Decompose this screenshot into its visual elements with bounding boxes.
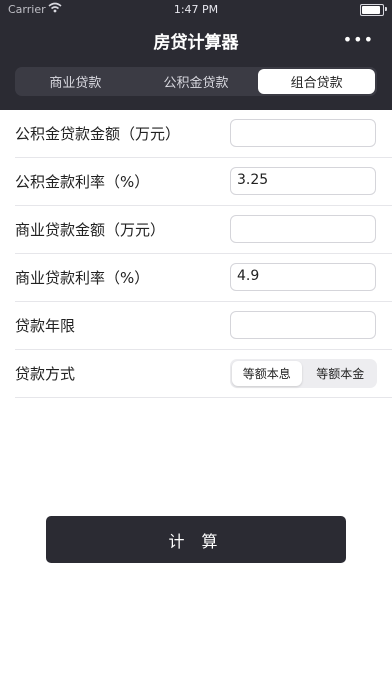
loan-type-tabs: 商业贷款 公积金贷款 组合贷款 (15, 67, 377, 96)
commercial-rate-row: 商业贷款利率（%） 4.9 (15, 254, 392, 302)
commercial-rate-input[interactable]: 4.9 (230, 263, 376, 291)
battery-cap (385, 7, 387, 11)
repayment-method-label: 贷款方式 (15, 365, 76, 383)
repayment-method-row: 贷款方式 等额本息 等额本金 (15, 350, 392, 398)
commercial-amount-input[interactable] (230, 215, 376, 243)
repayment-method-toggle: 等额本息 等额本金 (230, 359, 377, 388)
loan-years-input[interactable] (230, 311, 376, 339)
calculate-button[interactable]: 计 算 (46, 516, 346, 563)
fund-amount-label: 公积金贷款金额（万元） (15, 125, 181, 143)
status-bar: Carrier 1:47 PM (0, 0, 392, 20)
fund-rate-row: 公积金款利率（%） 3.25 (15, 158, 392, 206)
tab-provident-fund-loan[interactable]: 公积金贷款 (138, 69, 255, 94)
option-equal-installment[interactable]: 等额本息 (232, 361, 302, 386)
tab-combined-loan[interactable]: 组合贷款 (258, 69, 376, 94)
loan-years-row: 贷款年限 (15, 302, 392, 350)
page-title: 房贷计算器 (153, 33, 239, 53)
commercial-amount-label: 商业贷款金额（万元） (15, 221, 166, 239)
battery-icon (360, 4, 384, 16)
more-icon[interactable]: ••• (343, 30, 374, 49)
commercial-amount-row: 商业贷款金额（万元） (15, 206, 392, 254)
commercial-rate-label: 商业贷款利率（%） (15, 269, 150, 287)
fund-rate-label: 公积金款利率（%） (15, 173, 150, 191)
fund-amount-input[interactable] (230, 119, 376, 147)
option-equal-principal[interactable]: 等额本金 (306, 361, 376, 386)
fund-rate-input[interactable]: 3.25 (230, 167, 376, 195)
status-time: 1:47 PM (173, 3, 219, 16)
fund-amount-row: 公积金贷款金额（万元） (15, 110, 392, 158)
app-header: Carrier 1:47 PM 房贷计算器 ••• 商业贷款 公积金贷款 组合贷… (0, 0, 392, 110)
loan-years-label: 贷款年限 (15, 317, 76, 335)
tab-commercial-loan[interactable]: 商业贷款 (17, 69, 134, 94)
loan-form: 公积金贷款金额（万元） 公积金款利率（%） 3.25 商业贷款金额（万元） 商业… (0, 110, 392, 398)
